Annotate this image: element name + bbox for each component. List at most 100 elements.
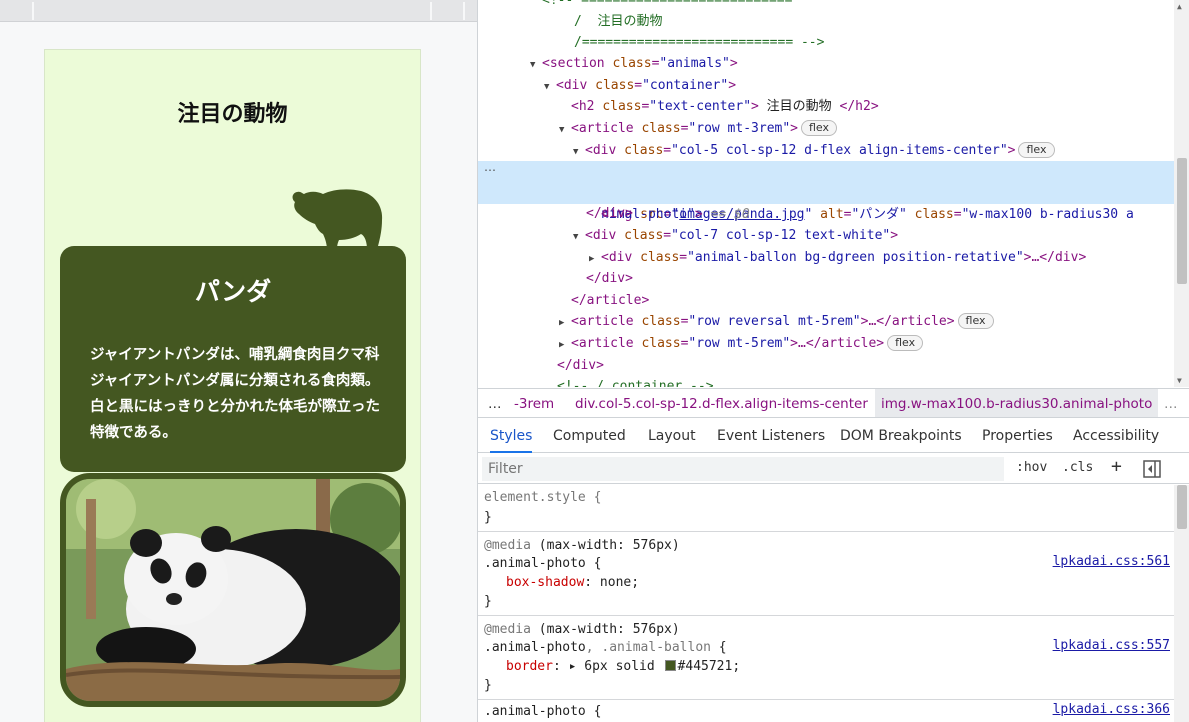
- tag-text: <article: [571, 336, 642, 351]
- dom-line-h2[interactable]: <h2 class="text-center"> 注目の動物 </h2>: [571, 96, 1189, 118]
- attr-value: "row mt-3rem": [688, 121, 791, 136]
- rule-selector: element.style {: [484, 490, 602, 505]
- tab-accessibility[interactable]: Accessibility: [1073, 419, 1159, 453]
- dom-line-article-reversal[interactable]: ▶ <article class="row reversal mt-5rem">……: [559, 311, 1189, 333]
- dom-line-img-selected[interactable]: … <img src="images/panda.jpg" alt="パンダ" …: [478, 160, 1174, 222]
- dom-line-article[interactable]: ▼ <article class="row mt-3rem"> flex: [559, 118, 1189, 140]
- flex-badge[interactable]: flex: [1018, 142, 1055, 158]
- dom-line-img-wrap[interactable]: nimal-photo"> == $0: [478, 182, 1174, 222]
- tab-computed[interactable]: Computed: [553, 419, 626, 453]
- tab-dom-breakpoints[interactable]: DOM Breakpoints: [840, 419, 962, 453]
- dom-line-container[interactable]: ▼ <div class="container">: [544, 75, 1189, 97]
- comment-text: <!-- /.container -->: [557, 379, 714, 387]
- more-options-icon[interactable]: …: [484, 157, 496, 179]
- animal-description: ジャイアントパンダは、哺乳綱食肉目クマ科ジャイアントパンダ属に分類される食肉類。…: [90, 347, 380, 441]
- attr-name: class: [640, 250, 680, 265]
- style-rule-element[interactable]: element.style { }: [478, 485, 1174, 532]
- dom-line-section[interactable]: ▼ <section class="animals">: [530, 53, 1189, 75]
- comment-text: / 注目の動物: [574, 14, 663, 29]
- collapse-triangle-icon[interactable]: ▶: [559, 335, 571, 357]
- flex-badge[interactable]: flex: [957, 313, 994, 329]
- source-link[interactable]: lpkadai.css:557: [1053, 638, 1170, 653]
- breadcrumb-more-icon[interactable]: …: [1164, 389, 1178, 417]
- scroll-up-icon[interactable]: ▲: [1177, 2, 1182, 11]
- tag-text: <section: [542, 56, 613, 71]
- source-link[interactable]: lpkadai.css:561: [1053, 554, 1170, 569]
- source-link[interactable]: lpkadai.css:366: [1053, 702, 1170, 717]
- color-swatch-icon[interactable]: [664, 660, 676, 671]
- styles-scrollbar[interactable]: [1174, 485, 1189, 722]
- dom-line-article-5rem[interactable]: ▶ <article class="row mt-5rem">…</article…: [559, 333, 1189, 355]
- dom-line[interactable]: /=========================== -->: [574, 32, 1189, 54]
- attr-value: "container": [642, 78, 729, 93]
- attr-name: class: [624, 228, 664, 243]
- expand-triangle-icon[interactable]: ▼: [559, 120, 571, 142]
- dom-line[interactable]: </div>: [586, 203, 1189, 225]
- expand-triangle-icon[interactable]: ▼: [530, 55, 542, 77]
- toggle-sidebar-icon[interactable]: [1143, 460, 1161, 478]
- breadcrumb-overflow-icon[interactable]: …: [488, 389, 502, 417]
- node-text: 注目の動物: [758, 99, 840, 114]
- animal-name: パンダ: [194, 277, 272, 306]
- tag-text: …</article>: [798, 336, 885, 351]
- elements-tree[interactable]: <!-- =========================== / 注目の動物…: [478, 0, 1189, 387]
- page-viewport: 注目の動物 パンダ ジャイアントパンダは、哺乳綱食肉目クマ科ジャイアントパンダ属…: [0, 0, 477, 722]
- style-rule-media-561[interactable]: @media (max-width: 576px) .animal-photo …: [478, 533, 1174, 616]
- tag-text: </div>: [557, 358, 604, 373]
- media-keyword: @media: [484, 622, 531, 637]
- property-name[interactable]: box-shadow: [506, 575, 584, 590]
- dom-line-col7[interactable]: ▼ <div class="col-7 col-sp-12 text-white"…: [573, 225, 1189, 247]
- sidebar-tabs: Styles Computed Layout Event Listeners D…: [478, 419, 1189, 453]
- tab-event-listeners[interactable]: Event Listeners: [717, 419, 825, 453]
- dom-line[interactable]: </div>: [557, 355, 1189, 377]
- media-query: (max-width: 576px): [530, 538, 680, 553]
- breadcrumb-item[interactable]: div.col-5.col-sp-12.d-flex.align-items-c…: [575, 389, 868, 417]
- dom-line[interactable]: </div>: [586, 268, 1189, 290]
- scroll-down-icon[interactable]: ▼: [1177, 376, 1182, 385]
- flex-badge[interactable]: flex: [801, 120, 838, 136]
- attr-value: "col-5 col-sp-12 d-flex align-items-cent…: [671, 143, 1008, 158]
- expand-triangle-icon[interactable]: ▼: [573, 227, 585, 249]
- scrollbar-thumb[interactable]: [1177, 485, 1187, 529]
- tag-text: …</div>: [1031, 250, 1087, 265]
- dom-line[interactable]: <!-- /.container -->: [557, 376, 1189, 387]
- property-value[interactable]: : none;: [584, 575, 639, 590]
- tag-text: </article>: [571, 293, 650, 308]
- property-value[interactable]: : ▸ 6px solid: [553, 659, 663, 674]
- dom-line-ballon[interactable]: ▶ <div class="animal-ballon bg-dgreen pos…: [589, 247, 1189, 269]
- flex-badge[interactable]: flex: [887, 335, 924, 351]
- cls-toggle[interactable]: .cls: [1062, 460, 1093, 475]
- tag-text: <div: [556, 78, 596, 93]
- dom-line-col5[interactable]: ▼ <div class="col-5 col-sp-12 d-flex alig…: [573, 140, 1189, 162]
- tab-properties[interactable]: Properties: [982, 419, 1053, 453]
- property-value-color[interactable]: #445721;: [678, 659, 741, 674]
- style-rule-366[interactable]: .animal-photo { lpkadai.css:366: [478, 701, 1174, 722]
- expand-triangle-icon[interactable]: ▼: [544, 77, 556, 99]
- attr-name: class: [641, 121, 681, 136]
- style-rule-media-557[interactable]: @media (max-width: 576px) .animal-photo,…: [478, 617, 1174, 700]
- attr-name: class: [641, 336, 681, 351]
- attr-name: class: [595, 78, 635, 93]
- dom-line[interactable]: </article>: [571, 290, 1189, 312]
- new-rule-icon[interactable]: +: [1111, 456, 1122, 477]
- attr-name: class: [612, 56, 652, 71]
- media-keyword: @media: [484, 538, 531, 553]
- dom-line[interactable]: / 注目の動物: [574, 11, 1189, 33]
- breadcrumb-item-active[interactable]: img.w-max100.b-radius30.animal-photo: [875, 389, 1159, 417]
- tag-text: <div: [585, 143, 625, 158]
- scrollbar-thumb[interactable]: [1177, 158, 1187, 284]
- breadcrumb-item[interactable]: -3rem: [514, 389, 554, 417]
- ruler-tick: [430, 2, 432, 20]
- tab-layout[interactable]: Layout: [648, 419, 696, 453]
- dom-line[interactable]: <!-- ===========================: [542, 0, 1189, 12]
- tab-styles[interactable]: Styles: [490, 419, 533, 453]
- property-name[interactable]: border: [506, 659, 553, 674]
- hov-toggle[interactable]: :hov: [1016, 460, 1047, 475]
- attr-name: class: [624, 143, 664, 158]
- collapse-triangle-icon[interactable]: ▶: [559, 313, 571, 335]
- bear-silhouette-icon: [292, 189, 383, 250]
- styles-filter-input[interactable]: [482, 457, 1004, 481]
- dom-breadcrumb: … -3rem div.col-5.col-sp-12.d-flex.align…: [478, 388, 1189, 418]
- elements-scrollbar[interactable]: ▲ ▼: [1174, 0, 1189, 387]
- devtools-panel: <!-- =========================== / 注目の動物…: [477, 0, 1189, 722]
